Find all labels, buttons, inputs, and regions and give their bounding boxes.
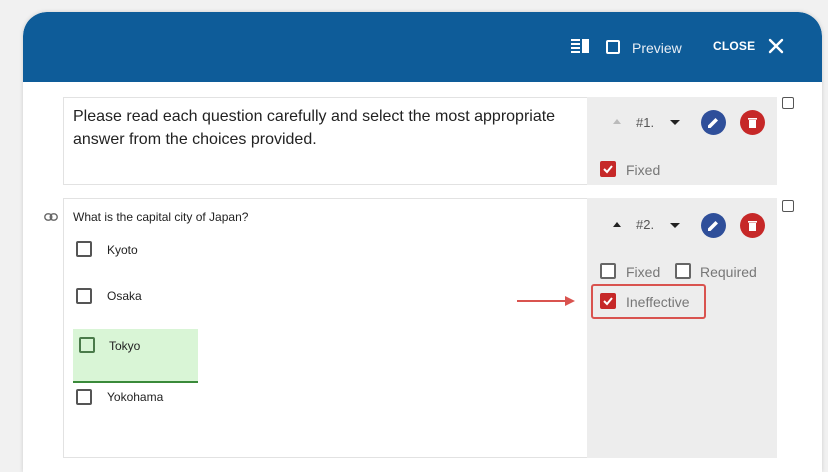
option-checkbox-tokyo[interactable]	[79, 337, 95, 353]
option-checkbox-osaka[interactable]	[76, 288, 92, 304]
move-down-icon[interactable]	[670, 120, 680, 125]
move-up-icon[interactable]	[613, 222, 621, 227]
close-icon[interactable]	[768, 38, 784, 54]
delete-button[interactable]	[740, 213, 765, 238]
option-checkbox-kyoto[interactable]	[76, 241, 92, 257]
fixed-checkbox[interactable]	[600, 161, 616, 177]
intro-text[interactable]: Please read each question carefully and …	[73, 105, 583, 151]
required-checkbox[interactable]	[675, 263, 691, 279]
question-title[interactable]: What is the capital city of Japan?	[73, 210, 248, 224]
editor-panel: Preview CLOSE Please read each question …	[23, 12, 822, 472]
check-icon	[603, 165, 613, 174]
edit-button[interactable]	[701, 110, 726, 135]
option-label-osaka: Osaka	[107, 289, 142, 303]
select-item-checkbox[interactable]	[782, 200, 794, 212]
fixed-label: Fixed	[626, 162, 661, 178]
pencil-icon	[708, 221, 718, 231]
toc-icon[interactable]	[571, 39, 589, 53]
trash-icon	[748, 118, 757, 128]
link-icon[interactable]	[44, 213, 58, 221]
fixed-label: Fixed	[626, 264, 661, 280]
edit-button[interactable]	[701, 213, 726, 238]
option-label-kyoto: Kyoto	[107, 243, 138, 257]
pencil-icon	[708, 118, 718, 128]
option-label-yokohama: Yokohama	[107, 390, 164, 404]
close-button[interactable]: CLOSE	[713, 39, 755, 53]
annotation-highlight-box	[591, 284, 706, 319]
annotation-arrow-icon	[517, 296, 575, 306]
trash-icon	[748, 221, 757, 231]
select-item-checkbox[interactable]	[782, 97, 794, 109]
option-checkbox-yokohama[interactable]	[76, 389, 92, 405]
preview-label[interactable]: Preview	[632, 40, 682, 56]
item-number: #1.	[636, 115, 655, 130]
required-label: Required	[700, 264, 757, 280]
item-number: #2.	[636, 217, 655, 232]
move-up-icon[interactable]	[613, 119, 621, 124]
option-label-tokyo: Tokyo	[109, 339, 141, 353]
preview-checkbox[interactable]	[606, 40, 620, 54]
delete-button[interactable]	[740, 110, 765, 135]
header-bar: Preview CLOSE	[23, 12, 822, 82]
fixed-checkbox[interactable]	[600, 263, 616, 279]
move-down-icon[interactable]	[670, 223, 680, 228]
